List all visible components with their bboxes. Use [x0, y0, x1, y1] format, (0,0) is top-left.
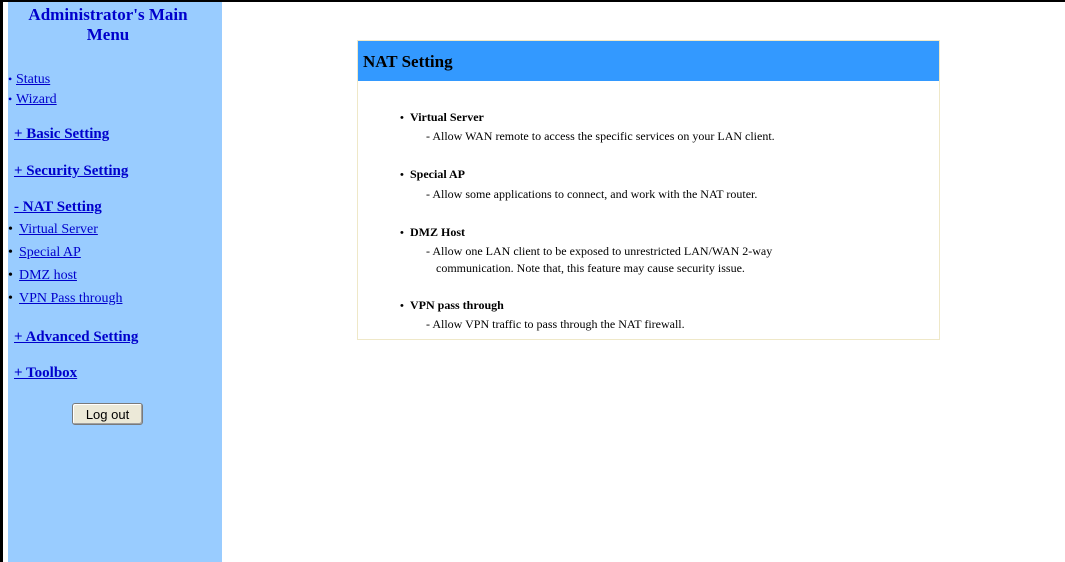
bullet-icon: •	[8, 222, 13, 237]
bullet-icon: •	[8, 72, 13, 86]
panel-title: NAT Setting	[363, 52, 453, 71]
admin-sidebar: Administrator's Main Menu • Status • Wizar…	[8, 2, 222, 562]
feature-desc: - Allow WAN remote to access the specifi…	[426, 129, 775, 143]
section-nat-setting[interactable]: - NAT Setting	[14, 199, 102, 216]
bullet-icon: •	[400, 227, 404, 239]
sidebar-item-virtual-server[interactable]: • Virtual Server	[8, 222, 98, 238]
panel-header: NAT Setting	[358, 41, 939, 81]
feature-desc: - Allow VPN traffic to pass through the …	[426, 317, 685, 331]
sidebar-item-special-ap[interactable]: • Special AP	[8, 245, 81, 261]
feature-title-special-ap: • Special AP	[400, 167, 465, 182]
section-toolbox[interactable]: + Toolbox	[14, 365, 77, 382]
virtual-server-link[interactable]: Virtual Server	[19, 222, 98, 237]
feature-title-text: VPN pass through	[410, 298, 504, 312]
bullet-icon: •	[8, 268, 13, 283]
feature-title-text: Special AP	[410, 167, 466, 181]
section-basic-setting[interactable]: + Basic Setting	[14, 126, 109, 143]
dmz-host-link[interactable]: DMZ host	[19, 268, 77, 283]
bullet-icon: •	[8, 92, 13, 106]
bullet-icon: •	[400, 300, 404, 312]
status-link[interactable]: Status	[16, 72, 50, 87]
feature-desc: communication. Note that, this feature m…	[436, 261, 745, 275]
sidebar-item-status[interactable]: • Status	[8, 71, 50, 88]
bullet-icon: •	[400, 112, 404, 124]
feature-title-dmz-host: • DMZ Host	[400, 225, 465, 240]
bullet-icon: •	[8, 245, 13, 260]
feature-title-text: DMZ Host	[410, 225, 465, 239]
sidebar-item-dmz-host[interactable]: • DMZ host	[8, 268, 77, 284]
section-security-setting[interactable]: + Security Setting	[14, 163, 128, 180]
feature-title-vpn-pass-through: • VPN pass through	[400, 298, 504, 313]
bullet-icon: •	[8, 291, 13, 306]
wizard-link[interactable]: Wizard	[16, 92, 57, 107]
feature-desc: - Allow some applications to connect, an…	[426, 187, 758, 201]
menu-title: Administrator's Main Menu	[28, 5, 188, 44]
feature-desc: - Allow one LAN client to be exposed to …	[426, 244, 773, 258]
logout-button[interactable]: Log out	[72, 403, 143, 425]
bullet-icon: •	[400, 169, 404, 181]
sidebar-item-wizard[interactable]: • Wizard	[8, 91, 57, 108]
sidebar-item-vpn-pass-through[interactable]: • VPN Pass through	[8, 291, 122, 307]
nat-setting-panel: NAT Setting • Virtual Server - Allow WAN …	[357, 40, 940, 340]
feature-title-text: Virtual Server	[410, 110, 484, 124]
feature-title-virtual-server: • Virtual Server	[400, 110, 484, 125]
vpn-pass-through-link[interactable]: VPN Pass through	[19, 291, 122, 306]
section-advanced-setting[interactable]: + Advanced Setting	[14, 329, 138, 346]
special-ap-link[interactable]: Special AP	[19, 245, 81, 260]
